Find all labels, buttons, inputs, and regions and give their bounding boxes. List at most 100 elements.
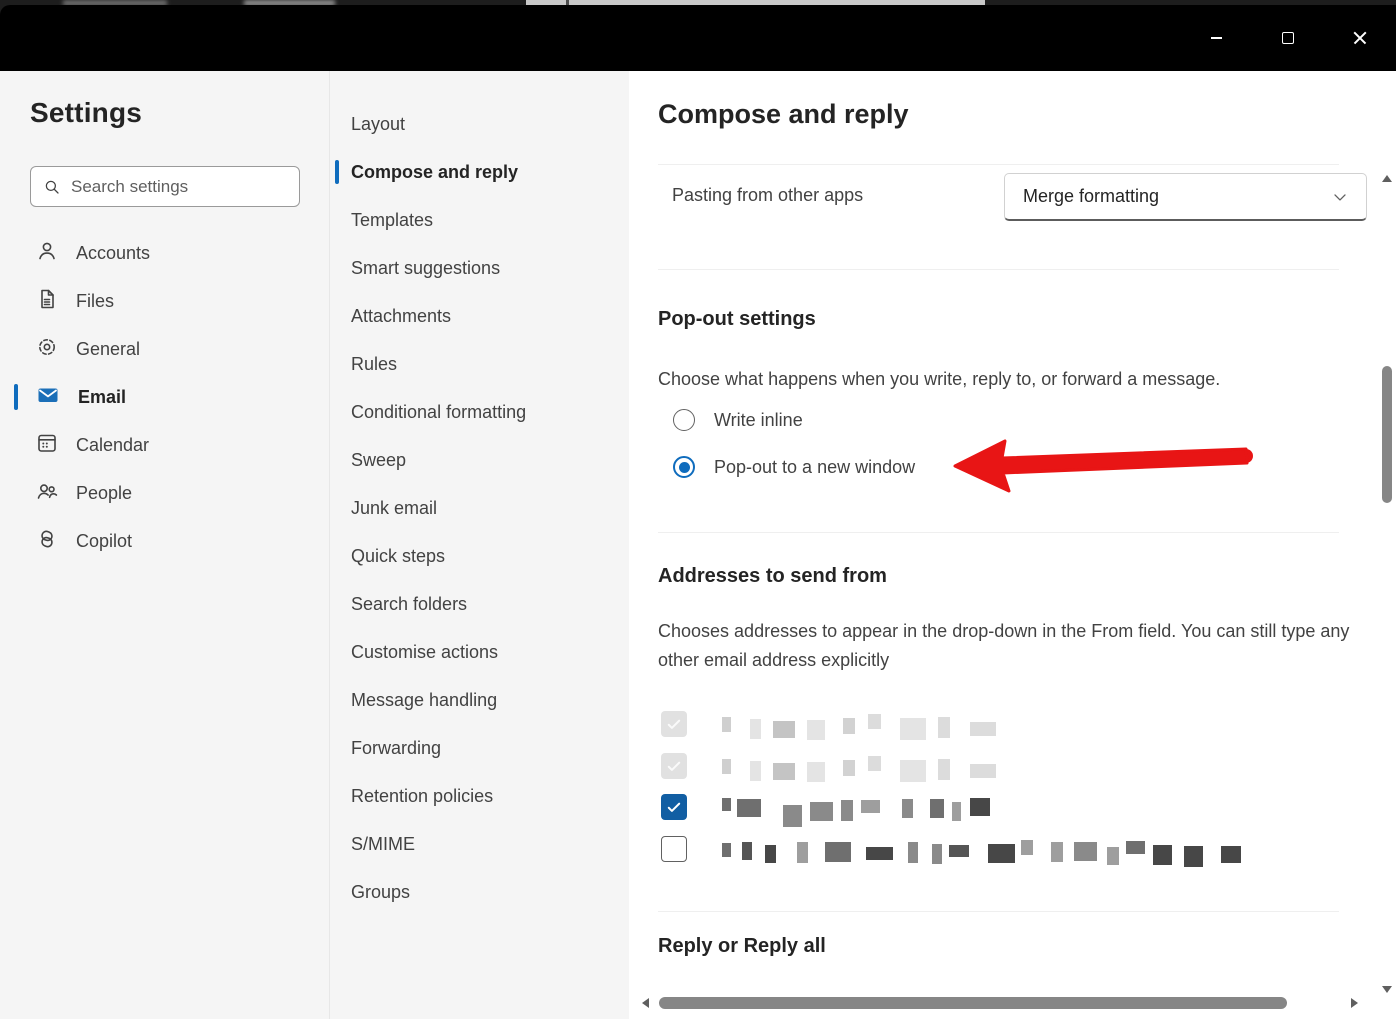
address-row <box>661 835 1227 862</box>
nav-item-label: Attachments <box>351 306 451 327</box>
sidebar-item-label: People <box>76 483 132 504</box>
nav-item-quick-steps[interactable]: Quick steps <box>330 532 629 580</box>
sidebar-item-files[interactable]: Files <box>0 277 329 325</box>
radio-option-write-inline[interactable]: Write inline <box>673 409 803 431</box>
scroll-left-icon[interactable] <box>642 998 649 1008</box>
settings-title: Settings <box>30 97 142 129</box>
red-arrow-annotation <box>951 434 1261 500</box>
divider <box>658 164 1339 165</box>
nav-item-retention-policies[interactable]: Retention policies <box>330 772 629 820</box>
nav-item-label: Layout <box>351 114 405 135</box>
settings-dialog: Settings Search settings Accounts Files Ge… <box>0 71 1396 1019</box>
checkbox-checked-disabled <box>661 753 687 779</box>
horizontal-scrollbar[interactable] <box>629 992 1379 1014</box>
nav-item-customise-actions[interactable]: Customise actions <box>330 628 629 676</box>
nav-item-label: Message handling <box>351 690 497 711</box>
search-icon <box>43 178 61 196</box>
selected-indicator <box>335 160 339 184</box>
page-title: Compose and reply <box>658 99 909 130</box>
horizontal-scrollbar-thumb[interactable] <box>659 997 1287 1009</box>
nav-item-attachments[interactable]: Attachments <box>330 292 629 340</box>
popout-settings-description: Choose what happens when you write, repl… <box>658 365 1220 394</box>
nav-item-message-handling[interactable]: Message handling <box>330 676 629 724</box>
nav-item-junk-email[interactable]: Junk email <box>330 484 629 532</box>
address-row <box>661 710 1007 737</box>
nav-item-label: Quick steps <box>351 546 445 567</box>
nav-item-forwarding[interactable]: Forwarding <box>330 724 629 772</box>
radio-option-label: Pop-out to a new window <box>714 457 915 478</box>
nav-item-groups[interactable]: Groups <box>330 868 629 916</box>
pasting-from-other-apps-label: Pasting from other apps <box>672 185 863 206</box>
redacted-email-address <box>722 710 1007 737</box>
sidebar-item-people[interactable]: People <box>0 469 329 517</box>
pasting-dropdown[interactable]: Merge formatting <box>1004 173 1367 221</box>
nav-item-templates[interactable]: Templates <box>330 196 629 244</box>
search-input[interactable]: Search settings <box>30 166 300 207</box>
sidebar-item-copilot[interactable]: Copilot <box>0 517 329 565</box>
sidebar-item-label: Email <box>78 387 126 408</box>
reply-heading: Reply or Reply all <box>658 935 826 958</box>
redacted-email-address <box>722 752 1007 779</box>
nav-item-compose-and-reply[interactable]: Compose and reply <box>330 148 629 196</box>
sidebar-item-email[interactable]: Email <box>0 373 329 421</box>
nav-item-search-folders[interactable]: Search folders <box>330 580 629 628</box>
nav-item-rules[interactable]: Rules <box>330 340 629 388</box>
nav-item-label: Sweep <box>351 450 406 471</box>
pasting-dropdown-value: Merge formatting <box>1023 186 1159 207</box>
selected-indicator <box>14 384 18 410</box>
chevron-down-icon <box>1330 187 1350 207</box>
nav-item-smart-suggestions[interactable]: Smart suggestions <box>330 244 629 292</box>
radio-selected-icon[interactable] <box>673 456 695 478</box>
checkbox-checked[interactable] <box>661 794 687 820</box>
compose-and-reply-pane: Compose and reply Pasting from other app… <box>629 71 1396 1019</box>
nav-item-label: S/MIME <box>351 834 415 855</box>
divider <box>658 911 1339 912</box>
outlook-settings-window: Settings Search settings Accounts Files Ge… <box>0 0 1396 1019</box>
popout-settings-heading: Pop-out settings <box>658 308 816 331</box>
nav-item-label: Junk email <box>351 498 437 519</box>
settings-sidebar: Settings Search settings Accounts Files Ge… <box>0 71 330 1019</box>
email-settings-nav-list: Layout Compose and reply Templates Smart su… <box>330 100 629 916</box>
nav-item-label: Rules <box>351 354 397 375</box>
nav-item-s-mime[interactable]: S/MIME <box>330 820 629 868</box>
radio-unselected-icon[interactable] <box>673 409 695 431</box>
vertical-scrollbar[interactable] <box>1379 71 1395 1019</box>
maximize-icon <box>1282 32 1294 44</box>
vertical-scrollbar-thumb[interactable] <box>1382 366 1392 503</box>
minimize-icon <box>1211 37 1222 39</box>
divider <box>658 269 1339 270</box>
sidebar-nav: Accounts Files General Email Calendar People C… <box>0 229 329 565</box>
people-icon <box>35 479 59 508</box>
email-settings-nav: Layout Compose and reply Templates Smart su… <box>330 71 629 1019</box>
checkbox-unchecked[interactable] <box>661 836 687 862</box>
maximize-button[interactable] <box>1252 5 1324 71</box>
redacted-email-address <box>722 793 972 820</box>
redacted-email-address <box>722 835 1227 862</box>
nav-item-label: Templates <box>351 210 433 231</box>
copilot-icon <box>35 527 59 556</box>
search-placeholder: Search settings <box>71 177 188 197</box>
checkbox-checked-disabled <box>661 711 687 737</box>
sidebar-item-label: General <box>76 339 140 360</box>
nav-item-layout[interactable]: Layout <box>330 100 629 148</box>
scroll-right-icon[interactable] <box>1351 998 1358 1008</box>
scroll-up-icon[interactable] <box>1382 175 1392 182</box>
file-icon <box>35 287 59 316</box>
nav-item-sweep[interactable]: Sweep <box>330 436 629 484</box>
nav-item-label: Compose and reply <box>351 162 518 183</box>
mail-icon <box>35 383 61 412</box>
nav-item-label: Customise actions <box>351 642 498 663</box>
sidebar-item-label: Accounts <box>76 243 150 264</box>
nav-item-conditional-formatting[interactable]: Conditional formatting <box>330 388 629 436</box>
sidebar-item-calendar[interactable]: Calendar <box>0 421 329 469</box>
sidebar-item-label: Files <box>76 291 114 312</box>
sidebar-item-accounts[interactable]: Accounts <box>0 229 329 277</box>
nav-item-label: Retention policies <box>351 786 493 807</box>
radio-option-pop-out-to-a-new-window[interactable]: Pop-out to a new window <box>673 456 915 478</box>
addresses-heading: Addresses to send from <box>658 565 887 588</box>
nav-item-label: Conditional formatting <box>351 402 526 423</box>
sidebar-item-general[interactable]: General <box>0 325 329 373</box>
minimize-button[interactable] <box>1180 5 1252 71</box>
scroll-down-icon[interactable] <box>1382 986 1392 993</box>
close-button[interactable] <box>1324 5 1396 71</box>
